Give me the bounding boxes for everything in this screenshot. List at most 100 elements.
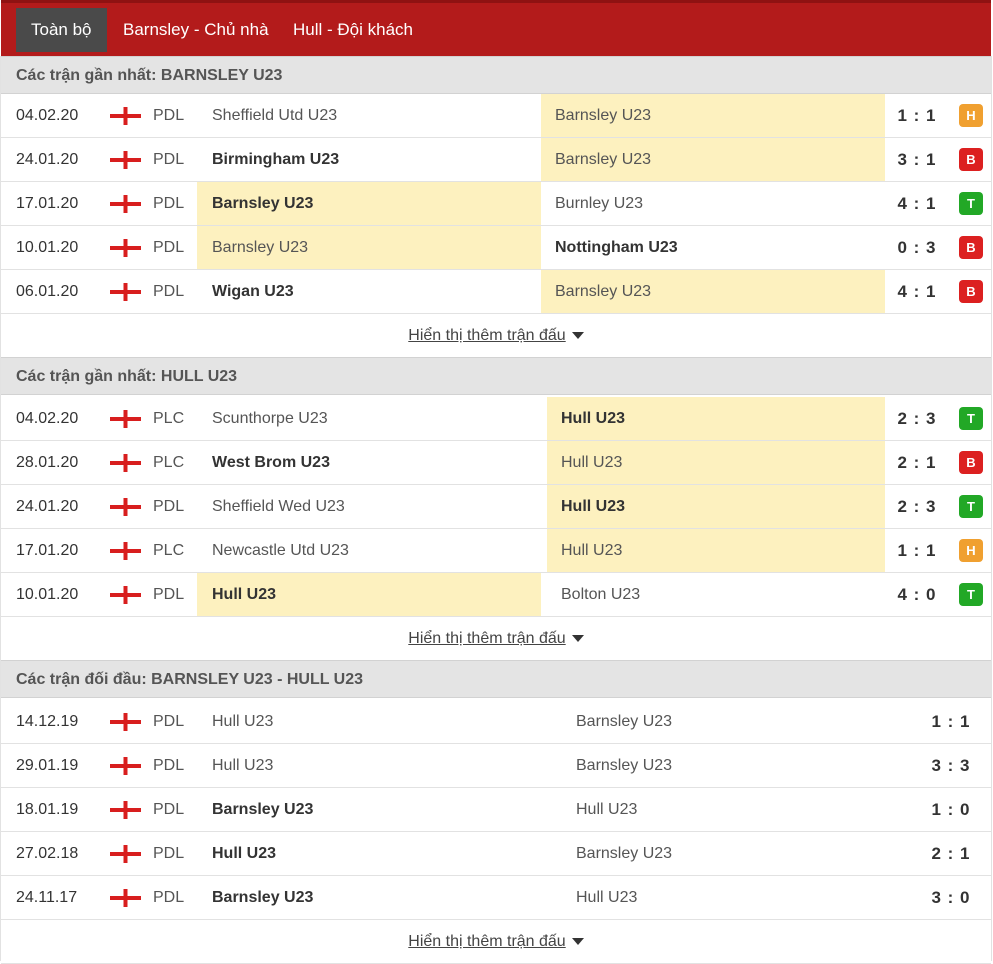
result-badge: T: [959, 192, 983, 215]
match-row[interactable]: 18.01.19 PDL Barnsley U23 Hull U23 1 : 0: [1, 788, 991, 832]
match-row[interactable]: 24.11.17 PDL Barnsley U23 Hull U23 3 : 0: [1, 876, 991, 920]
england-flag-icon: [110, 195, 141, 213]
home-team[interactable]: Barnsley U23: [197, 788, 541, 831]
england-flag-icon: [110, 410, 141, 428]
home-team[interactable]: Hull U23: [197, 573, 541, 616]
result-badge: T: [959, 583, 983, 606]
away-team[interactable]: Hull U23: [547, 441, 885, 484]
match-score[interactable]: 1 : 0: [921, 788, 981, 831]
league-code: PDL: [153, 757, 185, 774]
result-badge: T: [959, 407, 983, 430]
match-row[interactable]: 04.02.20 PDL Sheffield Utd U23 Barnsley U23…: [1, 94, 991, 138]
match-score[interactable]: 1 : 1: [885, 529, 949, 572]
match-row[interactable]: 10.01.20 PDL Barnsley U23 Nottingham U23 0 :…: [1, 226, 991, 270]
match-date: 28.01.20: [16, 454, 79, 471]
match-row[interactable]: 17.01.20 PDL Barnsley U23 Burnley U23 4 : 1 T: [1, 182, 991, 226]
home-team[interactable]: Wigan U23: [197, 270, 541, 313]
caret-down-icon[interactable]: [571, 938, 584, 946]
away-team[interactable]: Hull U23: [561, 876, 901, 919]
away-team[interactable]: Barnsley U23: [541, 138, 885, 181]
show-more-link[interactable]: Hiển thị thêm trận đấu: [408, 933, 565, 950]
match-date: 06.01.20: [16, 283, 79, 300]
england-flag-icon: [110, 542, 141, 560]
match-score[interactable]: 2 : 1: [921, 832, 981, 875]
match-score[interactable]: 3 : 0: [921, 876, 981, 919]
match-score[interactable]: 1 : 1: [885, 94, 949, 137]
match-date: 27.02.18: [16, 845, 79, 862]
away-team[interactable]: Hull U23: [561, 788, 901, 831]
match-date: 04.02.20: [16, 107, 79, 124]
match-date: 10.01.20: [16, 586, 79, 603]
match-score[interactable]: 0 : 3: [885, 226, 949, 269]
match-row[interactable]: 14.12.19 PDL Hull U23 Barnsley U23 1 : 1: [1, 700, 991, 744]
away-team[interactable]: Barnsley U23: [561, 700, 901, 743]
match-row[interactable]: 06.01.20 PDL Wigan U23 Barnsley U23 4 : 1 B: [1, 270, 991, 314]
tab-hull-away[interactable]: Hull - Đội khách: [293, 8, 413, 52]
match-row[interactable]: 28.01.20 PLC West Brom U23 Hull U23 2 : 1 B: [1, 441, 991, 485]
home-team[interactable]: Hull U23: [197, 744, 541, 787]
result-badge: H: [959, 539, 983, 562]
home-team[interactable]: West Brom U23: [197, 441, 541, 484]
caret-down-icon[interactable]: [571, 332, 584, 340]
home-team[interactable]: Barnsley U23: [197, 182, 541, 225]
match-score[interactable]: 2 : 3: [885, 397, 949, 440]
league-code: PDL: [153, 845, 185, 862]
match-row[interactable]: 04.02.20 PLC Scunthorpe U23 Hull U23 2 : 3 T: [1, 397, 991, 441]
england-flag-icon: [110, 586, 141, 604]
show-more-row: Hiển thị thêm trận đấu: [1, 617, 991, 661]
home-team[interactable]: Sheffield Wed U23: [197, 485, 541, 528]
match-score[interactable]: 4 : 1: [885, 182, 949, 225]
tab-bar: Toàn bộ Barnsley - Chủ nhà Hull - Đội kh…: [1, 0, 991, 56]
away-team[interactable]: Hull U23: [547, 397, 885, 440]
section-header: Các trận gần nhất: HULL U23: [1, 357, 991, 395]
away-team[interactable]: Burnley U23: [541, 182, 885, 225]
league-code: PDL: [153, 239, 185, 256]
match-score[interactable]: 2 : 1: [885, 441, 949, 484]
home-team[interactable]: Newcastle Utd U23: [197, 529, 541, 572]
match-score[interactable]: 4 : 0: [885, 573, 949, 616]
match-date: 04.02.20: [16, 410, 79, 427]
away-team[interactable]: Barnsley U23: [541, 270, 885, 313]
match-row[interactable]: 24.01.20 PDL Sheffield Wed U23 Hull U23 2 : …: [1, 485, 991, 529]
match-score[interactable]: 2 : 3: [885, 485, 949, 528]
home-team[interactable]: Barnsley U23: [197, 876, 541, 919]
away-team[interactable]: Nottingham U23: [541, 226, 885, 269]
match-score[interactable]: 3 : 3: [921, 744, 981, 787]
match-row[interactable]: 10.01.20 PDL Hull U23 Bolton U23 4 : 0 T: [1, 573, 991, 617]
home-team[interactable]: Hull U23: [197, 832, 541, 875]
match-date: 24.01.20: [16, 498, 79, 515]
section-header: Các trận đối đầu: BARNSLEY U23 - HULL U2…: [1, 660, 991, 698]
result-badge: B: [959, 148, 983, 171]
caret-down-icon[interactable]: [571, 635, 584, 643]
league-code: PLC: [153, 454, 185, 471]
result-badge: B: [959, 280, 983, 303]
match-row[interactable]: 27.02.18 PDL Hull U23 Barnsley U23 2 : 1: [1, 832, 991, 876]
away-team[interactable]: Barnsley U23: [561, 832, 901, 875]
away-team[interactable]: Barnsley U23: [541, 94, 885, 137]
league-code: PLC: [153, 542, 185, 559]
home-team[interactable]: Barnsley U23: [197, 226, 541, 269]
show-more-link[interactable]: Hiển thị thêm trận đấu: [408, 327, 565, 344]
away-team[interactable]: Hull U23: [547, 485, 885, 528]
match-row[interactable]: 29.01.19 PDL Hull U23 Barnsley U23 3 : 3: [1, 744, 991, 788]
away-team[interactable]: Hull U23: [547, 529, 885, 572]
home-team[interactable]: Birmingham U23: [197, 138, 541, 181]
match-score[interactable]: 4 : 1: [885, 270, 949, 313]
tab-all[interactable]: Toàn bộ: [16, 8, 107, 52]
england-flag-icon: [110, 757, 141, 775]
match-date: 29.01.19: [16, 757, 79, 774]
tab-barnsley-home[interactable]: Barnsley - Chủ nhà: [123, 8, 269, 52]
match-row[interactable]: 24.01.20 PDL Birmingham U23 Barnsley U23 3 :…: [1, 138, 991, 182]
league-code: PLC: [153, 410, 185, 427]
match-row[interactable]: 17.01.20 PLC Newcastle Utd U23 Hull U23 1 : …: [1, 529, 991, 573]
match-score[interactable]: 3 : 1: [885, 138, 949, 181]
home-team[interactable]: Sheffield Utd U23: [197, 94, 541, 137]
match-score[interactable]: 1 : 1: [921, 700, 981, 743]
away-team[interactable]: Bolton U23: [547, 573, 885, 616]
home-team[interactable]: Hull U23: [197, 700, 541, 743]
england-flag-icon: [110, 498, 141, 516]
home-team[interactable]: Scunthorpe U23: [197, 397, 541, 440]
away-team[interactable]: Barnsley U23: [561, 744, 901, 787]
league-code: PDL: [153, 801, 185, 818]
show-more-link[interactable]: Hiển thị thêm trận đấu: [408, 630, 565, 647]
